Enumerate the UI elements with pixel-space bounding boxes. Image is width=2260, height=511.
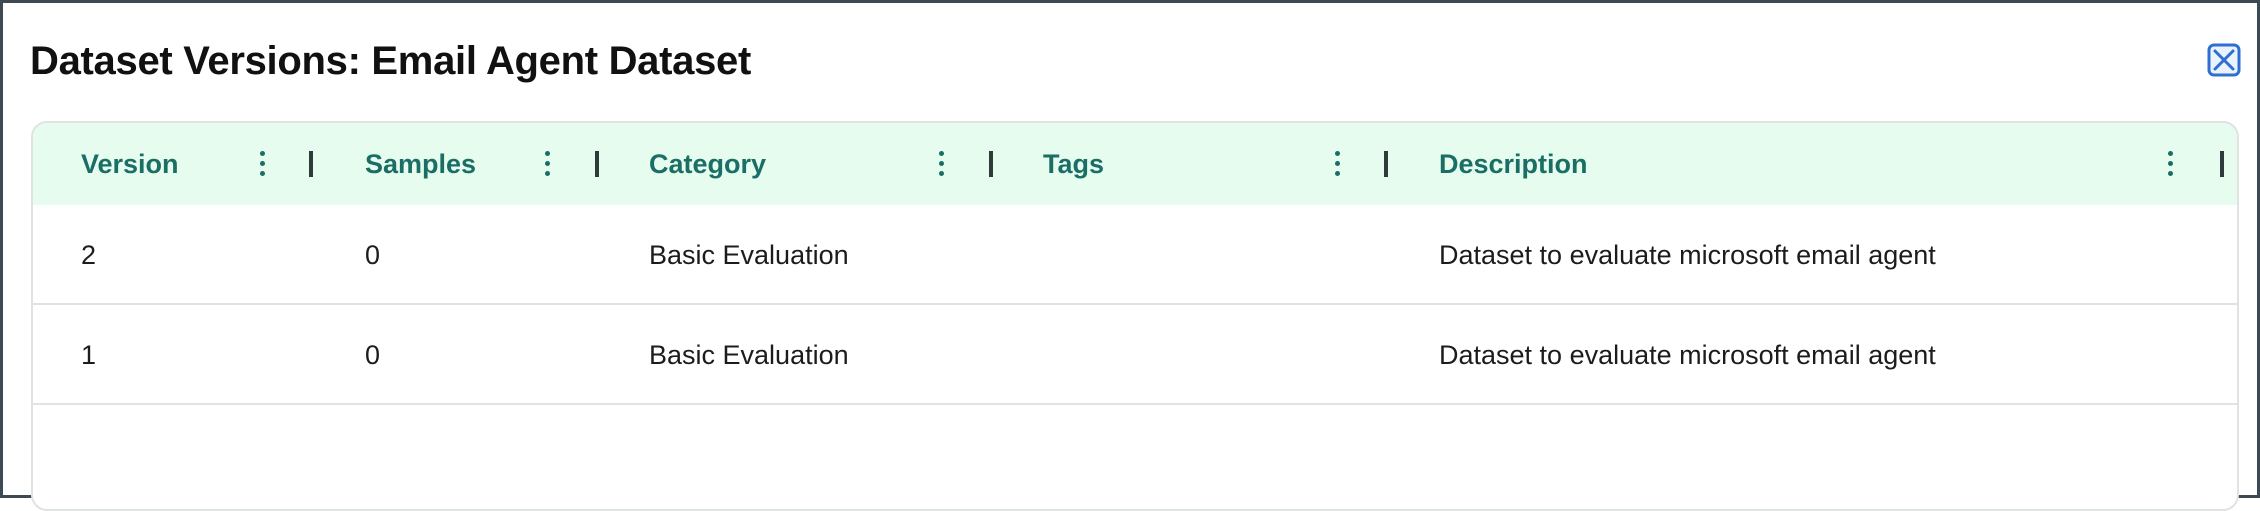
column-menu-button[interactable] — [931, 145, 953, 183]
cell-description: Dataset to evaluate microsoft email agen… — [1439, 240, 1936, 270]
column-header-description[interactable]: Description — [1391, 123, 2237, 205]
dialog-window: Dataset Versions: Email Agent Dataset Ve… — [0, 0, 2260, 511]
column-header-category[interactable]: Category — [601, 123, 995, 205]
column-header-label: Description — [1439, 149, 1588, 179]
column-menu-button[interactable] — [2160, 145, 2182, 183]
table-row[interactable]: 2 0 Basic Evaluation Dataset to evaluate… — [33, 205, 2237, 305]
column-header-label: Samples — [365, 149, 477, 179]
table-header: Version Samples Category Tags Descriptio… — [33, 123, 2237, 207]
cell-samples: 0 — [365, 340, 381, 370]
cell-version: 2 — [81, 240, 97, 270]
column-menu-button[interactable] — [1327, 145, 1349, 183]
column-header-label: Category — [649, 149, 767, 179]
column-menu-button[interactable] — [252, 145, 274, 183]
column-header-tags[interactable]: Tags — [995, 123, 1391, 205]
column-resize-handle[interactable] — [595, 151, 599, 177]
column-header-label: Tags — [1043, 149, 1105, 179]
column-header-samples[interactable]: Samples — [317, 123, 601, 205]
close-button[interactable] — [2207, 43, 2241, 77]
column-resize-handle[interactable] — [1384, 151, 1388, 177]
column-resize-handle[interactable] — [2220, 151, 2224, 177]
cell-category: Basic Evaluation — [649, 340, 849, 370]
column-header-label: Version — [81, 149, 179, 179]
table-row[interactable]: 1 0 Basic Evaluation Dataset to evaluate… — [33, 305, 2237, 405]
column-resize-handle[interactable] — [989, 151, 993, 177]
cell-category: Basic Evaluation — [649, 240, 849, 270]
cell-samples: 0 — [365, 240, 381, 270]
column-menu-button[interactable] — [537, 145, 559, 183]
versions-table: Version Samples Category Tags Descriptio… — [31, 121, 2239, 511]
column-header-version[interactable]: Version — [33, 123, 315, 205]
cell-description: Dataset to evaluate microsoft email agen… — [1439, 340, 1936, 370]
cell-version: 1 — [81, 340, 97, 370]
dialog-title: Dataset Versions: Email Agent Dataset — [30, 39, 752, 83]
column-resize-handle[interactable] — [309, 151, 313, 177]
close-icon — [2207, 43, 2241, 77]
